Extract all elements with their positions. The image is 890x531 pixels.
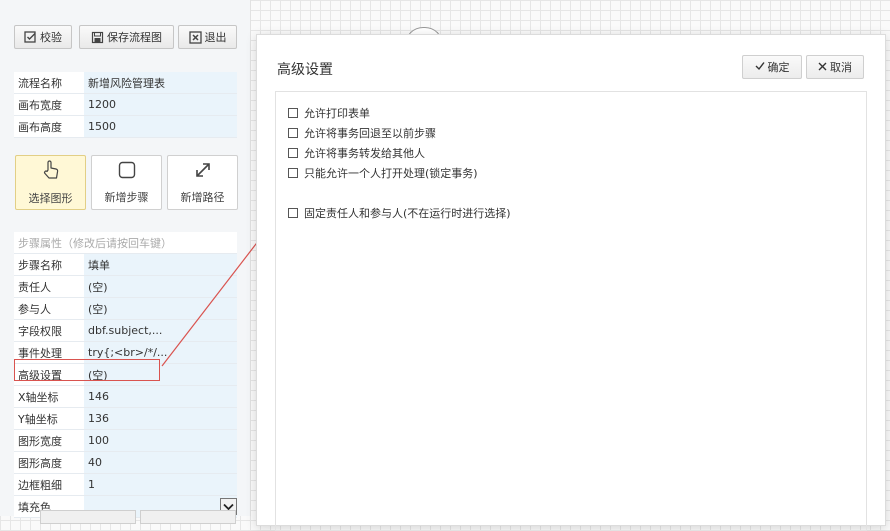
checkbox[interactable] bbox=[288, 168, 298, 178]
checkbox[interactable] bbox=[288, 108, 298, 118]
option-label: 允许将事务转发给其他人 bbox=[304, 147, 425, 160]
checkbox[interactable] bbox=[288, 148, 298, 158]
cancel-button[interactable]: 取消 bbox=[806, 55, 864, 79]
x-icon bbox=[818, 61, 827, 74]
check-icon bbox=[755, 61, 765, 74]
advanced-settings-dialog: 高级设置 确定 取消 允许打印表单 允许将事务回退至以前步骤 允许将事务转发给其… bbox=[256, 34, 886, 531]
checkbox[interactable] bbox=[288, 128, 298, 138]
checkbox[interactable] bbox=[288, 208, 298, 218]
option-fixed-assignees[interactable]: 固定责任人和参与人(不在运行时进行选择) bbox=[288, 205, 511, 221]
dialog-title: 高级设置 bbox=[277, 62, 333, 78]
dialog-options-panel: 允许打印表单 允许将事务回退至以前步骤 允许将事务转发给其他人 只能允许一个人打… bbox=[275, 91, 867, 531]
option-allow-print[interactable]: 允许打印表单 bbox=[288, 105, 370, 121]
option-label: 允许将事务回退至以前步骤 bbox=[304, 127, 436, 140]
option-label: 只能允许一个人打开处理(锁定事务) bbox=[304, 167, 478, 180]
option-allow-forward[interactable]: 允许将事务转发给其他人 bbox=[288, 145, 425, 161]
option-lock-single-user[interactable]: 只能允许一个人打开处理(锁定事务) bbox=[288, 165, 478, 181]
confirm-label: 确定 bbox=[767, 61, 790, 74]
option-label: 允许打印表单 bbox=[304, 107, 370, 120]
option-label: 固定责任人和参与人(不在运行时进行选择) bbox=[304, 207, 511, 220]
cancel-label: 取消 bbox=[830, 61, 852, 74]
confirm-button[interactable]: 确定 bbox=[742, 55, 802, 79]
option-allow-rollback[interactable]: 允许将事务回退至以前步骤 bbox=[288, 125, 436, 141]
